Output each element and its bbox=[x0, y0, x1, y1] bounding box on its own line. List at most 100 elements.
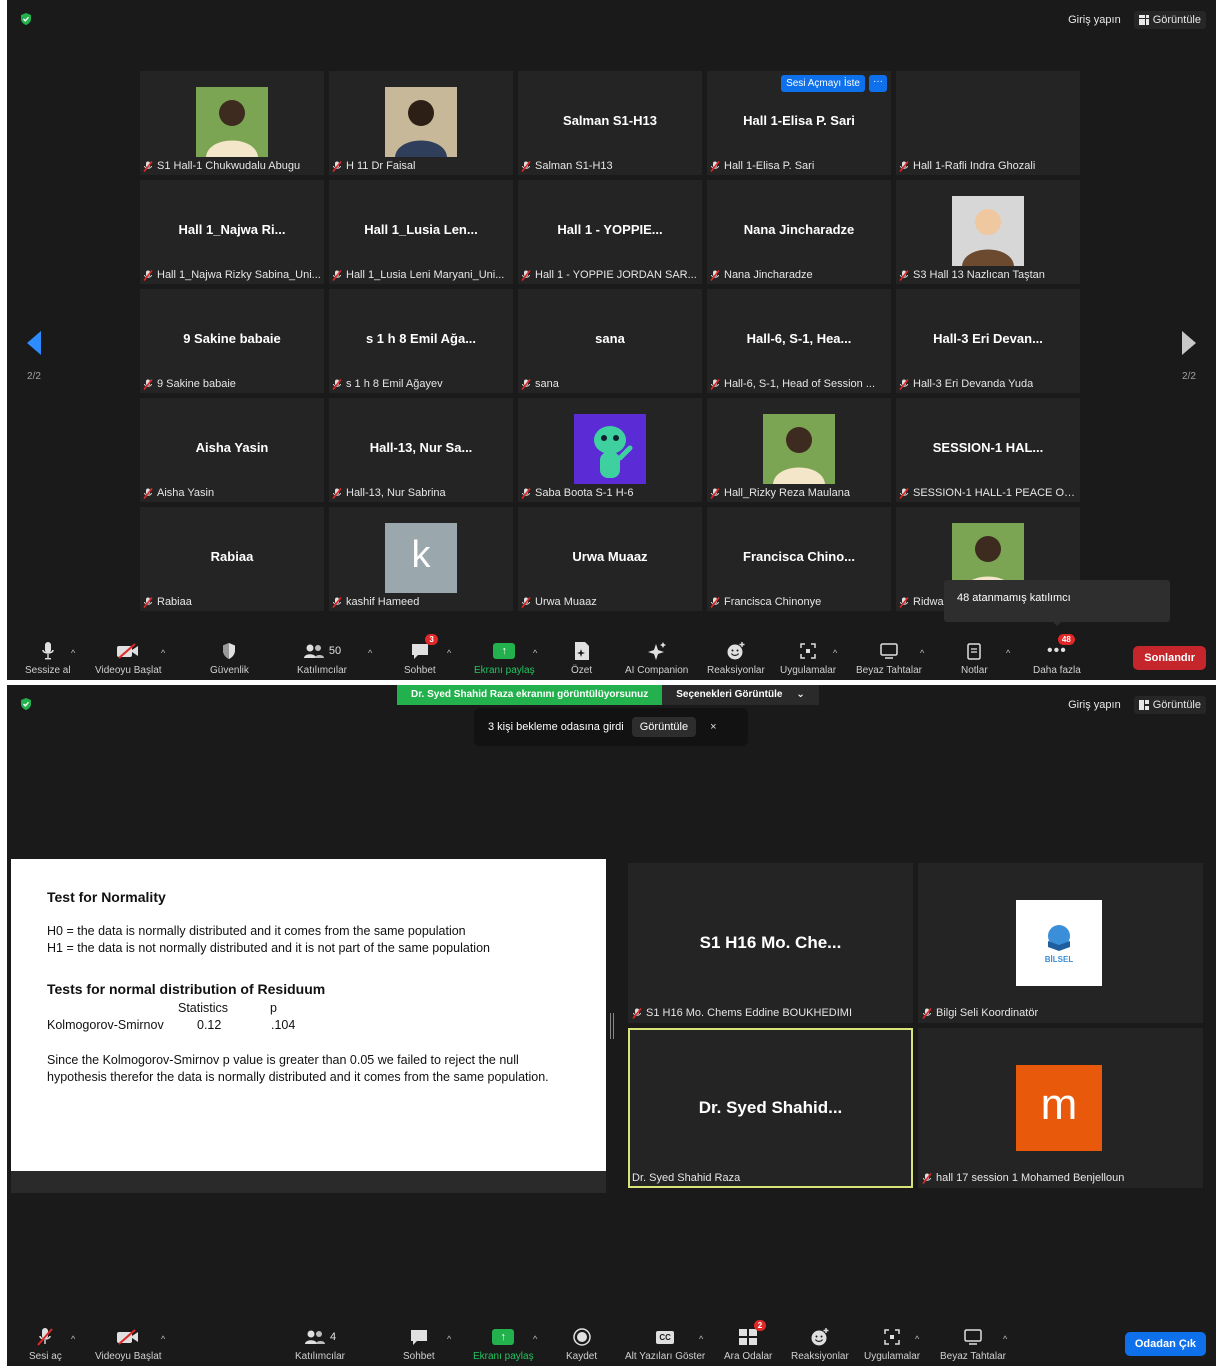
participant-tile[interactable]: Rabiaa Rabiaa bbox=[140, 507, 324, 611]
apps-button[interactable]: Uygulamalar bbox=[864, 1325, 920, 1362]
apps-button[interactable]: Uygulamalar bbox=[780, 639, 836, 676]
share-options-caret[interactable]: ^ bbox=[533, 1334, 537, 1344]
microphone-muted-icon bbox=[143, 269, 153, 281]
audio-options-caret[interactable]: ^ bbox=[71, 648, 75, 658]
view-options-button[interactable]: Seçenekleri Görüntüle ⌄ bbox=[662, 685, 819, 705]
participant-tile[interactable]: Hall 1 - YOPPIE... Hall 1 - YOPPIE JORDAN… bbox=[518, 180, 702, 284]
participant-name-label: Rabiaa bbox=[143, 596, 321, 608]
record-icon bbox=[572, 1328, 591, 1346]
chat-options-caret[interactable]: ^ bbox=[447, 648, 451, 658]
participant-tile[interactable]: SESSION-1 HAL... SESSION-1 HALL-1 PEACE O… bbox=[896, 398, 1080, 502]
unmute-button[interactable]: Sesi aç bbox=[29, 1325, 62, 1362]
leave-room-button[interactable]: Odadan Çık bbox=[1124, 1332, 1206, 1356]
microphone-muted-icon bbox=[710, 269, 720, 281]
chat-options-caret[interactable]: ^ bbox=[447, 1334, 451, 1344]
chevron-right-icon bbox=[1182, 331, 1196, 355]
participant-tile[interactable]: Saba Boota S-1 H-6 bbox=[518, 398, 702, 502]
view-button[interactable]: Görüntüle bbox=[1133, 696, 1206, 714]
view-button[interactable]: Görüntüle bbox=[1133, 11, 1206, 29]
participant-display-name: Francisca Chino... bbox=[743, 549, 855, 564]
summary-button[interactable]: Özet bbox=[571, 639, 592, 676]
participants-options-caret[interactable]: ^ bbox=[368, 648, 372, 658]
video-options-caret[interactable]: ^ bbox=[161, 1334, 165, 1344]
participant-tile[interactable]: Francisca Chino... Francisca Chinonye bbox=[707, 507, 891, 611]
participant-tile[interactable]: Hall 1_Najwa Ri... Hall 1_Najwa Rizky Sab… bbox=[140, 180, 324, 284]
notes-button[interactable]: Notlar bbox=[961, 639, 988, 676]
share-screen-button[interactable]: ↑ Ekranı paylaş bbox=[474, 639, 535, 676]
captions-options-caret[interactable]: ^ bbox=[699, 1334, 703, 1344]
record-button[interactable]: Kaydet bbox=[566, 1325, 597, 1362]
participant-tile[interactable]: Hall 1_Lusia Len... Hall 1_Lusia Leni Mar… bbox=[329, 180, 513, 284]
share-screen-button[interactable]: ↑ Ekranı paylaş bbox=[473, 1325, 534, 1362]
audio-options-caret[interactable]: ^ bbox=[71, 1334, 75, 1344]
notes-options-caret[interactable]: ^ bbox=[1006, 648, 1010, 658]
participant-tile[interactable]: S3 Hall 13 Nazlıcan Taştan bbox=[896, 180, 1080, 284]
participant-tile[interactable]: Aisha Yasin Aisha Yasin bbox=[140, 398, 324, 502]
participant-tile[interactable]: Salman S1-H13 Salman S1-H13 bbox=[518, 71, 702, 175]
reactions-button[interactable]: Reaksiyonlar bbox=[791, 1325, 849, 1362]
share-options-caret[interactable]: ^ bbox=[533, 648, 537, 658]
encryption-shield-icon[interactable] bbox=[19, 12, 33, 26]
apps-options-caret[interactable]: ^ bbox=[915, 1334, 919, 1344]
video-options-caret[interactable]: ^ bbox=[161, 648, 165, 658]
breakout-rooms-button[interactable]: 2 Ara Odalar bbox=[724, 1320, 772, 1362]
participant-tile[interactable]: k kashif Hameed bbox=[329, 507, 513, 611]
microphone-muted-icon bbox=[899, 487, 909, 499]
ask-to-unmute-button[interactable]: Sesi Açmayı İste bbox=[781, 75, 865, 92]
reactions-button[interactable]: Reaksiyonlar bbox=[707, 639, 765, 676]
microphone-muted-icon bbox=[332, 160, 342, 172]
participant-tile[interactable]: Hall-13, Nur Sa... Hall-13, Nur Sabrina bbox=[329, 398, 513, 502]
mute-button[interactable]: Sessize al bbox=[25, 639, 71, 676]
participant-tile[interactable]: Hall-3 Eri Devan... Hall-3 Eri Devanda Yu… bbox=[896, 289, 1080, 393]
whiteboards-options-caret[interactable]: ^ bbox=[920, 648, 924, 658]
view-waiting-room-button[interactable]: Görüntüle bbox=[631, 717, 697, 737]
tile-more-options-button[interactable]: ··· bbox=[869, 75, 887, 92]
participants-button[interactable]: 4 Katılımcılar bbox=[295, 1325, 345, 1362]
participant-tile[interactable]: Hall 1-Rafli Indra Ghozali bbox=[896, 71, 1080, 175]
resize-splitter-handle[interactable] bbox=[610, 1013, 614, 1039]
participant-tile[interactable]: H 11 Dr Faisal bbox=[329, 71, 513, 175]
participant-tile[interactable]: 9 Sakine babaie 9 Sakine babaie bbox=[140, 289, 324, 393]
end-meeting-button[interactable]: Sonlandır bbox=[1133, 646, 1206, 670]
participant-tile[interactable]: S1 H16 Mo. Che... S1 H16 Mo. Chems Eddine… bbox=[628, 863, 913, 1023]
participant-tile[interactable]: Hall_Rizky Reza Maulana bbox=[707, 398, 891, 502]
participant-tile[interactable]: sana sana bbox=[518, 289, 702, 393]
chat-button[interactable]: 3 Sohbet bbox=[404, 634, 438, 676]
close-icon[interactable]: × bbox=[710, 721, 716, 733]
participant-display-name: S1 H16 Mo. Che... bbox=[699, 933, 842, 952]
active-speaker-tile[interactable]: Dr. Syed Shahid... Dr. Syed Shahid Raza bbox=[628, 1028, 913, 1188]
chat-button[interactable]: Sohbet bbox=[403, 1325, 435, 1362]
start-video-button[interactable]: Videoyu Başlat bbox=[95, 639, 162, 676]
participant-name-label: Nana Jincharadze bbox=[710, 269, 888, 281]
more-button[interactable]: ••• 48 Daha fazla bbox=[1033, 634, 1081, 676]
participant-tile[interactable]: m hall 17 session 1 Mohamed Benjelloun bbox=[918, 1028, 1203, 1188]
sign-in-button[interactable]: Giriş yapın bbox=[1063, 11, 1126, 29]
whiteboards-options-caret[interactable]: ^ bbox=[1003, 1334, 1007, 1344]
encryption-shield-icon[interactable] bbox=[19, 697, 33, 711]
previous-page-button[interactable]: 2/2 bbox=[24, 330, 44, 382]
microphone-muted-icon bbox=[922, 1172, 932, 1184]
participant-tile[interactable]: Hall 1-Elisa P. Sari Sesi Açmayı İste ··· H… bbox=[707, 71, 891, 175]
breakout-badge: 2 bbox=[753, 1320, 767, 1331]
security-button[interactable]: Güvenlik bbox=[210, 639, 249, 676]
captions-button[interactable]: CC Alt Yazıları Göster bbox=[625, 1325, 705, 1362]
participant-tile[interactable]: BİLSEL Bilgi Seli Koordinatör bbox=[918, 863, 1203, 1023]
share-arrow-icon: ↑ bbox=[492, 1329, 515, 1345]
microphone-muted-icon bbox=[899, 378, 909, 390]
participants-button[interactable]: 50 Katılımcılar bbox=[297, 639, 347, 676]
participant-display-name: Urwa Muaaz bbox=[572, 549, 648, 564]
participant-tile[interactable]: s 1 h 8 Emil Ağa... s 1 h 8 Emil Ağayev bbox=[329, 289, 513, 393]
whiteboard-icon bbox=[880, 643, 898, 659]
apps-options-caret[interactable]: ^ bbox=[833, 648, 837, 658]
next-page-button[interactable]: 2/2 bbox=[1179, 330, 1199, 382]
start-video-button[interactable]: Videoyu Başlat bbox=[95, 1325, 162, 1362]
participant-tile[interactable]: Urwa Muaaz Urwa Muaaz bbox=[518, 507, 702, 611]
participant-tile[interactable]: Nana Jincharadze Nana Jincharadze bbox=[707, 180, 891, 284]
sign-in-button[interactable]: Giriş yapın bbox=[1063, 696, 1126, 714]
participant-tile[interactable]: Hall-6, S-1, Hea... Hall-6, S-1, Head of … bbox=[707, 289, 891, 393]
whiteboards-button[interactable]: Beyaz Tahtalar bbox=[856, 639, 922, 676]
ai-companion-button[interactable]: AI Companion bbox=[625, 639, 688, 676]
whiteboards-button[interactable]: Beyaz Tahtalar bbox=[940, 1325, 1006, 1362]
participant-display-name: SESSION-1 HAL... bbox=[932, 440, 1044, 455]
participant-tile[interactable]: S1 Hall-1 Chukwudalu Abugu bbox=[140, 71, 324, 175]
